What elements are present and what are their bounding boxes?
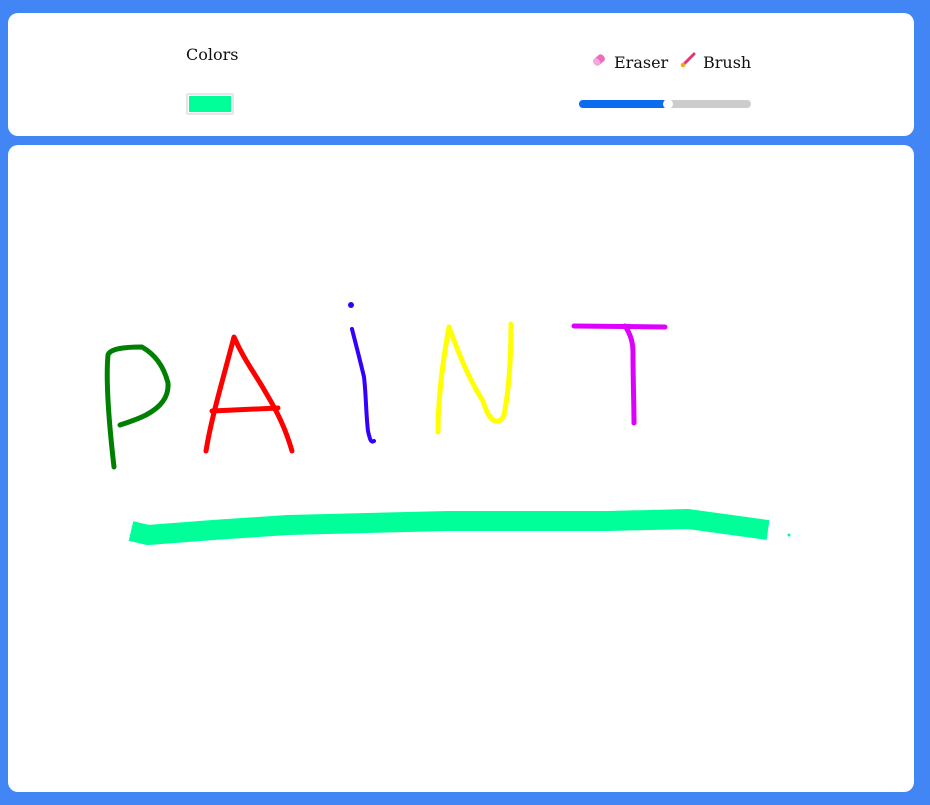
- stroke-letter-t-bar: [571, 323, 668, 330]
- stroke-letter-t-stem: [622, 323, 637, 426]
- stroke-letter-a-legs: [203, 334, 295, 454]
- brush-button[interactable]: Brush: [679, 51, 751, 73]
- toolbar: Colors Eraser Brush: [8, 13, 914, 136]
- eraser-icon: [590, 51, 608, 73]
- brush-size-slider[interactable]: [579, 99, 751, 109]
- stroke-letter-n: [435, 321, 514, 435]
- colors-label: Colors: [186, 45, 239, 64]
- brush-icon: [679, 51, 697, 73]
- color-picker[interactable]: [186, 93, 234, 115]
- stroke-letter-i-dot: [348, 302, 354, 308]
- stroke-letter-p: [104, 344, 171, 470]
- eraser-label: Eraser: [614, 52, 669, 72]
- drawing-canvas[interactable]: [8, 145, 914, 792]
- slider-fill: [579, 100, 669, 108]
- eraser-button[interactable]: Eraser: [590, 51, 668, 73]
- stroke-underline: [128, 509, 770, 545]
- stroke-letter-a-bar: [209, 405, 281, 414]
- stroke-underline-dot: [787, 533, 791, 537]
- brush-label: Brush: [703, 52, 752, 72]
- color-swatch: [189, 96, 231, 112]
- stroke-letter-i-stem: [350, 327, 376, 444]
